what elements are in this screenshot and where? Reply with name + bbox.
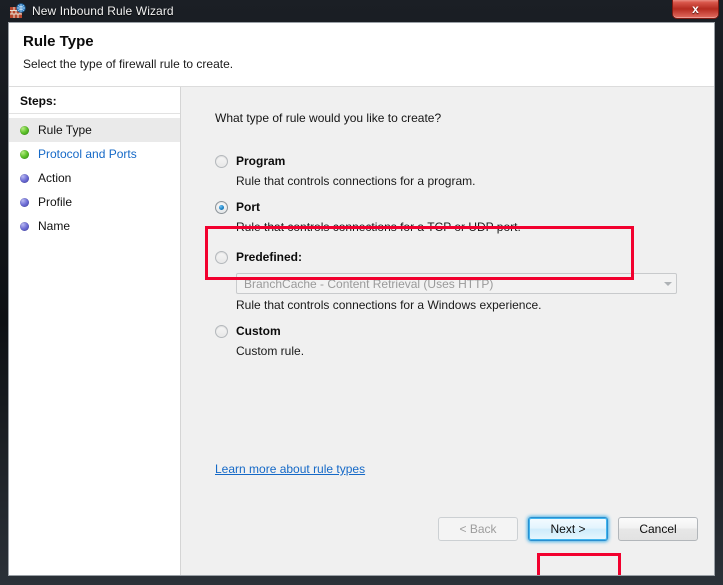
window-title: New Inbound Rule Wizard [32, 4, 174, 18]
sidebar-item-label: Name [38, 219, 70, 233]
content-panel: What type of rule would you like to crea… [181, 87, 714, 575]
option-program-description: Rule that controls connections for a pro… [236, 174, 690, 188]
radio-custom[interactable] [215, 325, 228, 338]
sidebar-item-label: Profile [38, 195, 72, 209]
question-text: What type of rule would you like to crea… [215, 111, 690, 125]
sidebar-item-profile[interactable]: Profile [9, 190, 180, 214]
sidebar-item-name[interactable]: Name [9, 214, 180, 238]
page-header: Rule Type Select the type of firewall ru… [9, 23, 714, 87]
predefined-rule-dropdown[interactable]: BranchCache - Content Retrieval (Uses HT… [236, 273, 677, 294]
steps-sidebar: Steps: Rule Type Protocol and Ports Acti… [9, 87, 181, 575]
step-bullet-icon [20, 198, 29, 207]
firewall-globe-icon [10, 3, 26, 19]
cancel-button[interactable]: Cancel [618, 517, 698, 541]
option-predefined[interactable]: Predefined: BranchCache - Content Retrie… [215, 250, 690, 312]
radio-program[interactable] [215, 155, 228, 168]
sidebar-item-label: Action [38, 171, 71, 185]
option-custom-head[interactable]: Custom [215, 324, 690, 340]
client-area: Rule Type Select the type of firewall ru… [8, 22, 715, 576]
steps-heading: Steps: [9, 93, 180, 114]
option-port[interactable]: Port Rule that controls connections for … [215, 200, 690, 234]
sidebar-item-protocol-and-ports[interactable]: Protocol and Ports [9, 142, 180, 166]
option-custom-description: Custom rule. [236, 344, 690, 358]
option-port-label: Port [236, 200, 260, 214]
sidebar-item-label: Rule Type [38, 123, 92, 137]
chevron-down-icon[interactable] [659, 282, 676, 286]
page-subtitle: Select the type of firewall rule to crea… [23, 57, 700, 71]
option-program-head[interactable]: Program [215, 154, 690, 170]
option-predefined-label: Predefined: [236, 250, 302, 264]
back-button[interactable]: < Back [438, 517, 518, 541]
option-program-label: Program [236, 154, 285, 168]
footer-bar: < Back Next > Cancel [182, 509, 714, 575]
sidebar-item-rule-type[interactable]: Rule Type [9, 118, 180, 142]
option-port-description: Rule that controls connections for a TCP… [236, 220, 690, 234]
sidebar-item-label[interactable]: Protocol and Ports [38, 147, 137, 161]
option-custom-label: Custom [236, 324, 281, 338]
next-button[interactable]: Next > [528, 517, 608, 541]
page-title: Rule Type [23, 33, 700, 50]
body-row: Steps: Rule Type Protocol and Ports Acti… [9, 87, 714, 575]
step-bullet-icon [20, 174, 29, 183]
radio-predefined[interactable] [215, 251, 228, 264]
option-program[interactable]: Program Rule that controls connections f… [215, 154, 690, 188]
option-predefined-head[interactable]: Predefined: [215, 250, 690, 266]
option-custom[interactable]: Custom Custom rule. [215, 324, 690, 358]
step-bullet-icon [20, 222, 29, 231]
learn-more-link[interactable]: Learn more about rule types [215, 462, 365, 476]
sidebar-item-action[interactable]: Action [9, 166, 180, 190]
wizard-window: New Inbound Rule Wizard x Rule Type Sele… [0, 0, 723, 585]
step-bullet-icon [20, 150, 29, 159]
option-port-head[interactable]: Port [215, 200, 690, 216]
option-predefined-description: Rule that controls connections for a Win… [236, 298, 690, 312]
title-bar[interactable]: New Inbound Rule Wizard x [8, 0, 715, 22]
step-bullet-icon [20, 126, 29, 135]
predefined-rule-value: BranchCache - Content Retrieval (Uses HT… [244, 277, 493, 291]
close-icon[interactable]: x [672, 0, 719, 19]
wizard-buttons: < Back Next > Cancel [438, 517, 698, 541]
radio-port[interactable] [215, 201, 228, 214]
